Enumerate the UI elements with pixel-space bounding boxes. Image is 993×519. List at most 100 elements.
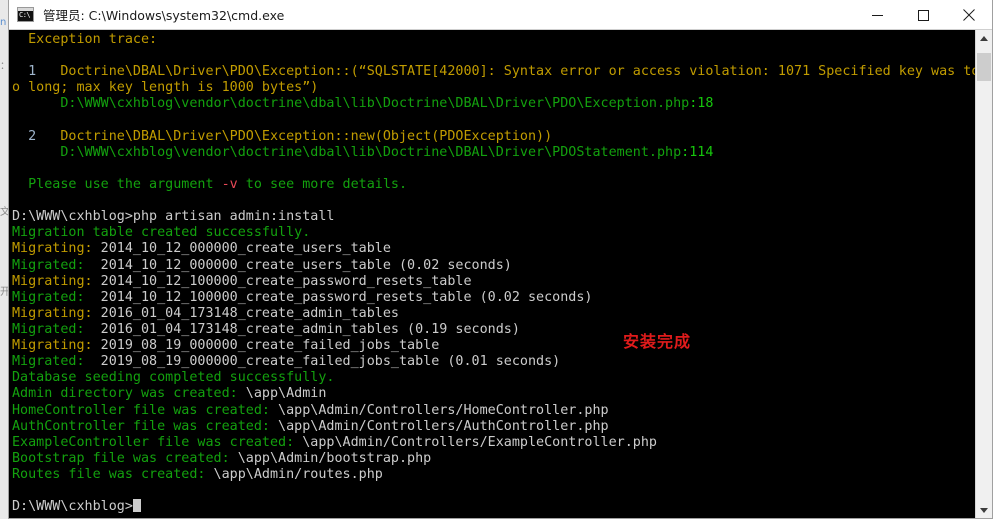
minimize-icon bbox=[871, 14, 883, 16]
terminal-span: \app\Admin/Controllers/HomeController.ph… bbox=[269, 402, 609, 418]
scroll-down-button[interactable] bbox=[976, 502, 992, 519]
minimize-button[interactable] bbox=[854, 0, 900, 30]
terminal-line: Admin directory was created: \app\Admin bbox=[12, 386, 975, 402]
terminal-span: 1 bbox=[12, 64, 37, 80]
terminal-span: Migrating: bbox=[12, 273, 93, 289]
terminal-span: 2016_01_04_173148_create_admin_tables bbox=[92, 305, 399, 321]
scrollbar-thumb[interactable] bbox=[977, 53, 991, 81]
terminal-span: \app\Admin/Controllers/ExampleController… bbox=[294, 434, 657, 450]
terminal-span: 2014_10_12_100000_create_password_resets… bbox=[84, 289, 593, 305]
terminal-span: D:\WWW\cxhblog\vendor\doctrine\dbal\lib\… bbox=[12, 144, 682, 160]
install-complete-annotation: 安装完成 bbox=[623, 332, 692, 351]
window-controls bbox=[854, 0, 992, 30]
terminal-span: Doctrine\DBAL\Driver\PDO\Exception::(“SQ… bbox=[36, 64, 975, 80]
terminal-line: D:\WWW\cxhblog\vendor\doctrine\dbal\lib\… bbox=[12, 145, 975, 161]
terminal-span: Migrated: bbox=[12, 289, 85, 305]
terminal-span: Migration table created successfully. bbox=[12, 225, 311, 241]
terminal-line: Migrated: 2014_10_12_100000_create_passw… bbox=[12, 290, 975, 306]
terminal-span: Migrated: bbox=[12, 354, 85, 370]
terminal-span: Database seeding completed successfully. bbox=[12, 370, 335, 386]
terminal-span: Migrated: bbox=[12, 257, 85, 273]
terminal-span: :114 bbox=[681, 144, 714, 160]
terminal-line: AuthController file was created: \app\Ad… bbox=[12, 419, 975, 435]
terminal-line: Migration table created successfully. bbox=[12, 225, 975, 241]
terminal-line: Routes file was created: \app\Admin/rout… bbox=[12, 467, 975, 483]
scroll-up-button[interactable] bbox=[976, 30, 992, 47]
terminal-span: D:\WWW\cxhblog>php artisan admin:install bbox=[12, 209, 335, 225]
close-button[interactable] bbox=[946, 0, 992, 30]
terminal-line: Migrating: 2019_08_19_000000_create_fail… bbox=[12, 338, 975, 354]
console-scrollbar[interactable] bbox=[975, 30, 992, 519]
terminal-line: ExampleController file was created: \app… bbox=[12, 435, 975, 451]
terminal-text: Exception trace: 1 Doctrine\DBAL\Driver\… bbox=[9, 32, 975, 515]
terminal-line: Migrating: 2014_10_12_000000_create_user… bbox=[12, 241, 975, 257]
terminal-span: Migrating: bbox=[12, 241, 93, 257]
terminal-span: 2 bbox=[12, 128, 37, 144]
terminal-span: AuthController file was created: bbox=[12, 418, 270, 434]
terminal-line: D:\WWW\cxhblog> bbox=[12, 499, 975, 515]
terminal-span: 2019_08_19_000000_create_failed_jobs_tab… bbox=[92, 338, 440, 354]
terminal-span: Migrating: bbox=[12, 305, 93, 321]
terminal-line: 2 Doctrine\DBAL\Driver\PDO\Exception::ne… bbox=[12, 129, 975, 145]
terminal-span: Please use the argument bbox=[12, 176, 222, 192]
terminal-span: o long; max key length is 1000 bytes”) bbox=[12, 80, 319, 96]
console-area: Exception trace: 1 Doctrine\DBAL\Driver\… bbox=[9, 30, 992, 519]
terminal-span: 2014_10_12_000000_create_users_table (0.… bbox=[84, 257, 512, 273]
terminal-span: D:\WWW\cxhblog> bbox=[12, 499, 133, 515]
terminal-span: D:\WWW\cxhblog\vendor\doctrine\dbal\lib\… bbox=[12, 96, 690, 112]
terminal-span: Bootstrap file was created: bbox=[12, 450, 230, 466]
terminal-span: 2014_10_12_000000_create_users_table bbox=[92, 241, 391, 257]
terminal-line: Migrated: 2019_08_19_000000_create_faile… bbox=[12, 354, 975, 370]
terminal-line: Migrated: 2014_10_12_000000_create_users… bbox=[12, 258, 975, 274]
screen-root: n：文开 C:\ 管理员: C:\Windows\system32\cmd.ex… bbox=[0, 0, 993, 519]
terminal-line: Bootstrap file was created: \app\Admin/b… bbox=[12, 451, 975, 467]
terminal-line: Migrating: 2016_01_04_173148_create_admi… bbox=[12, 306, 975, 322]
terminal-line: HomeController file was created: \app\Ad… bbox=[12, 403, 975, 419]
terminal-line: Migrating: 2014_10_12_100000_create_pass… bbox=[12, 274, 975, 290]
terminal-span: 2019_08_19_000000_create_failed_jobs_tab… bbox=[84, 354, 561, 370]
scrollbar-track[interactable] bbox=[976, 47, 992, 502]
terminal-line: o long; max key length is 1000 bytes”) bbox=[12, 80, 975, 96]
terminal-span: Admin directory was created: bbox=[12, 386, 238, 402]
terminal-line: 1 Doctrine\DBAL\Driver\PDO\Exception::(“… bbox=[12, 64, 975, 80]
terminal-span: ExampleController file was created: bbox=[12, 434, 295, 450]
cmd-icon-label: C:\ bbox=[19, 11, 31, 19]
scroll-up-icon bbox=[980, 36, 988, 41]
terminal-span: Doctrine\DBAL\Driver\PDO\Exception::new(… bbox=[36, 128, 553, 144]
maximize-button[interactable] bbox=[900, 0, 946, 30]
terminal-span: \app\Admin/bootstrap.php bbox=[229, 450, 432, 466]
close-icon bbox=[963, 9, 975, 21]
terminal-span: \app\Admin/routes.php bbox=[205, 466, 383, 482]
terminal-span: Routes file was created: bbox=[12, 466, 206, 482]
scroll-down-icon bbox=[980, 508, 988, 513]
title-bar[interactable]: C:\ 管理员: C:\Windows\system32\cmd.exe bbox=[9, 0, 992, 30]
window-title: 管理员: C:\Windows\system32\cmd.exe bbox=[43, 8, 285, 23]
terminal-span: 2016_01_04_173148_create_admin_tables (0… bbox=[84, 321, 520, 337]
cmd-window: C:\ 管理员: C:\Windows\system32\cmd.exe Exc… bbox=[8, 0, 993, 519]
terminal-span: Migrating: bbox=[12, 338, 93, 354]
maximize-icon bbox=[917, 9, 929, 21]
terminal-line: D:\WWW\cxhblog>php artisan admin:install bbox=[12, 209, 975, 225]
terminal-span: Migrated: bbox=[12, 321, 85, 337]
cmd-icon: C:\ bbox=[17, 7, 34, 22]
terminal-line: Please use the argument -v to see more d… bbox=[12, 177, 975, 193]
terminal-span: to see more details. bbox=[237, 176, 408, 192]
console-output[interactable]: Exception trace: 1 Doctrine\DBAL\Driver\… bbox=[9, 30, 975, 519]
terminal-line: Migrated: 2016_01_04_173148_create_admin… bbox=[12, 322, 975, 338]
terminal-line: Database seeding completed successfully. bbox=[12, 370, 975, 386]
terminal-line: D:\WWW\cxhblog\vendor\doctrine\dbal\lib\… bbox=[12, 96, 975, 112]
terminal-span: -v bbox=[221, 176, 238, 192]
terminal-span: Exception trace: bbox=[12, 32, 158, 47]
terminal-span: \app\Admin bbox=[237, 386, 327, 402]
background-artifact: n bbox=[0, 17, 7, 28]
terminal-cursor bbox=[132, 499, 141, 513]
terminal-span: HomeController file was created: bbox=[12, 402, 270, 418]
terminal-span: :18 bbox=[689, 96, 714, 112]
terminal-line: Exception trace: bbox=[12, 32, 975, 48]
terminal-span: \app\Admin/Controllers/AuthController.ph… bbox=[269, 418, 609, 434]
